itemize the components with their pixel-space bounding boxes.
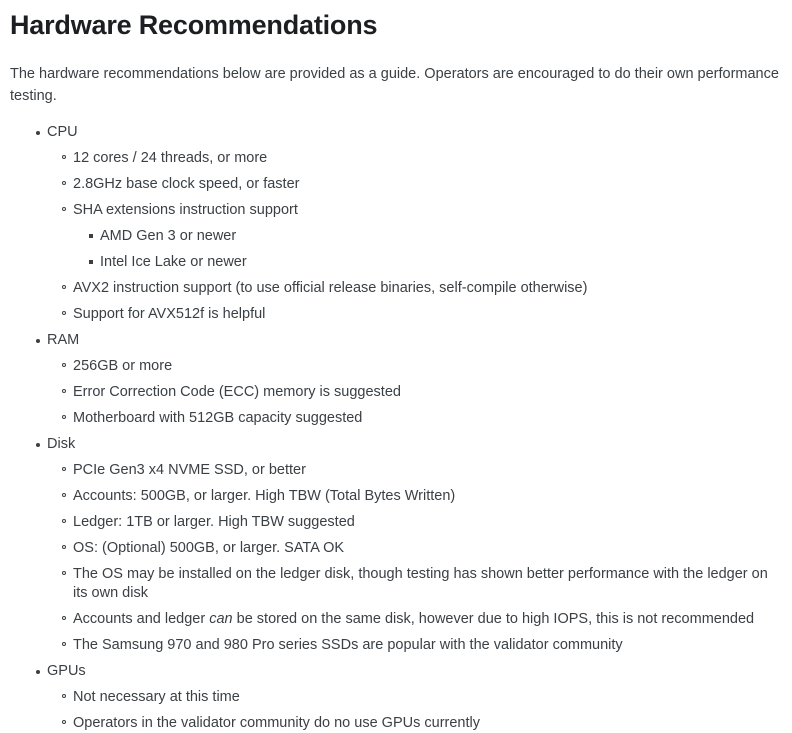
list-item: SHA extensions instruction support AMD Ge… [47, 201, 784, 272]
section-items-list: 256GB or more Error Correction Code (ECC)… [47, 357, 784, 428]
list-item: Ledger: 1TB or larger. High TBW suggeste… [47, 513, 784, 532]
hardware-recommendations-list: CPU 12 cores / 24 threads, or more 2.8GHz … [10, 123, 784, 733]
list-item: Accounts and ledger can be stored on the… [47, 610, 784, 629]
list-item: Error Correction Code (ECC) memory is su… [47, 383, 784, 402]
square-bullet-icon [89, 260, 93, 264]
section-label: RAM [47, 332, 80, 348]
circle-bullet-icon [62, 694, 66, 698]
list-item-label: The OS may be installed on the ledger di… [73, 566, 768, 601]
circle-bullet-icon [62, 467, 66, 471]
section-label: CPU [47, 124, 78, 140]
list-item: The OS may be installed on the ledger di… [47, 565, 784, 603]
list-item: 2.8GHz base clock speed, or faster [47, 175, 784, 194]
disc-bullet-icon [36, 443, 40, 447]
list-item-text-before: Accounts and ledger [73, 611, 210, 627]
disc-bullet-icon [36, 670, 40, 674]
list-item: The Samsung 970 and 980 Pro series SSDs … [47, 636, 784, 655]
list-item: 12 cores / 24 threads, or more [47, 149, 784, 168]
list-item-text-emphasis: can [209, 611, 233, 627]
list-item-label: 2.8GHz base clock speed, or faster [73, 176, 300, 192]
circle-bullet-icon [62, 545, 66, 549]
section-items-list: PCIe Gen3 x4 NVME SSD, or better Accounts… [47, 461, 784, 655]
section-item-disk: Disk PCIe Gen3 x4 NVME SSD, or better Acco… [10, 435, 784, 655]
circle-bullet-icon [62, 616, 66, 620]
list-item-label: OS: (Optional) 500GB, or larger. SATA OK [73, 540, 345, 556]
list-item-label: AMD Gen 3 or newer [100, 228, 237, 244]
circle-bullet-icon [62, 415, 66, 419]
circle-bullet-icon [62, 285, 66, 289]
square-bullet-icon [89, 234, 93, 238]
disc-bullet-icon [36, 339, 40, 343]
list-item-label: Ledger: 1TB or larger. High TBW suggeste… [73, 514, 355, 530]
list-item: Motherboard with 512GB capacity suggeste… [47, 409, 784, 428]
section-items-list: 12 cores / 24 threads, or more 2.8GHz bas… [47, 149, 784, 324]
list-item-label: Error Correction Code (ECC) memory is su… [73, 384, 401, 400]
disc-bullet-icon [36, 131, 40, 135]
list-item: OS: (Optional) 500GB, or larger. SATA OK [47, 539, 784, 558]
circle-bullet-icon [62, 181, 66, 185]
document-page: Hardware Recommendations The hardware re… [0, 8, 792, 733]
list-item: Intel Ice Lake or newer [73, 253, 784, 272]
circle-bullet-icon [62, 363, 66, 367]
intro-paragraph: The hardware recommendations below are p… [10, 66, 779, 104]
circle-bullet-icon [62, 311, 66, 315]
list-item: AVX2 instruction support (to use officia… [47, 279, 784, 298]
list-item-label: Motherboard with 512GB capacity suggeste… [73, 410, 363, 426]
circle-bullet-icon [62, 642, 66, 646]
list-item-label: Operators in the validator community do … [73, 715, 480, 731]
list-item-text-after: be stored on the same disk, however due … [232, 611, 755, 627]
circle-bullet-icon [62, 155, 66, 159]
section-items-list: Not necessary at this time Operators in t… [47, 688, 784, 733]
nested-list: AMD Gen 3 or newer Intel Ice Lake or newe… [73, 227, 784, 272]
list-item-label: Support for AVX512f is helpful [73, 306, 266, 322]
circle-bullet-icon [62, 493, 66, 497]
list-item-label: Intel Ice Lake or newer [100, 254, 247, 270]
list-item: PCIe Gen3 x4 NVME SSD, or better [47, 461, 784, 480]
section-label: GPUs [47, 663, 86, 679]
circle-bullet-icon [62, 207, 66, 211]
list-item: 256GB or more [47, 357, 784, 376]
list-item-label: PCIe Gen3 x4 NVME SSD, or better [73, 462, 306, 478]
list-item: Not necessary at this time [47, 688, 784, 707]
list-item-label: Accounts: 500GB, or larger. High TBW (To… [73, 488, 456, 504]
circle-bullet-icon [62, 571, 66, 575]
page-title: Hardware Recommendations [10, 10, 378, 40]
circle-bullet-icon [62, 519, 66, 523]
list-item-label: 256GB or more [73, 358, 173, 374]
section-label: Disk [47, 436, 76, 452]
list-item-label: Accounts and ledger can be stored on the… [73, 611, 754, 627]
section-item-gpus: GPUs Not necessary at this time Operators … [10, 662, 784, 733]
list-item-label: SHA extensions instruction support [73, 202, 298, 218]
list-item-label: AVX2 instruction support (to use officia… [73, 280, 588, 296]
list-item: Support for AVX512f is helpful [47, 305, 784, 324]
list-item-label: The Samsung 970 and 980 Pro series SSDs … [73, 637, 623, 653]
list-item: Operators in the validator community do … [47, 714, 784, 733]
section-item-cpu: CPU 12 cores / 24 threads, or more 2.8GHz … [10, 123, 784, 324]
list-item: Accounts: 500GB, or larger. High TBW (To… [47, 487, 784, 506]
circle-bullet-icon [62, 720, 66, 724]
section-item-ram: RAM 256GB or more Error Correction Code (E… [10, 331, 784, 428]
list-item: AMD Gen 3 or newer [73, 227, 784, 246]
circle-bullet-icon [62, 389, 66, 393]
list-item-label: 12 cores / 24 threads, or more [73, 150, 268, 166]
list-item-label: Not necessary at this time [73, 689, 240, 705]
